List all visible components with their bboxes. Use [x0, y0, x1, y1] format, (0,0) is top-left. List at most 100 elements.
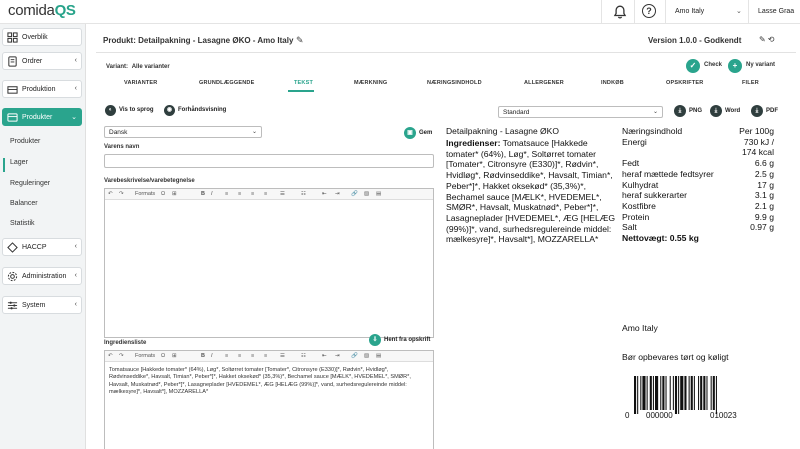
- help-icon[interactable]: ?: [642, 4, 656, 18]
- check-icon: ✓: [686, 59, 700, 73]
- indent-icon[interactable]: ⇥: [335, 191, 340, 197]
- version-actions: ✎⟲: [759, 35, 776, 44]
- description-editor[interactable]: ↶ ↷ Formats Ω ⊞ B I ≡ ≡ ≡ ≡ ☰ ☷ ⇤ ⇥ 🔗 ▨ …: [104, 188, 434, 338]
- name-label: Varens navn: [104, 144, 140, 150]
- tab-allergener[interactable]: ALLERGENER: [524, 80, 564, 86]
- active-submenu-marker: [3, 158, 5, 172]
- undo-icon[interactable]: ↶: [108, 191, 113, 197]
- italic-icon[interactable]: I: [211, 191, 213, 197]
- image-icon[interactable]: ▨: [364, 353, 369, 359]
- tab-indkoeb[interactable]: INDKØB: [601, 80, 624, 86]
- chevron-down-icon[interactable]: ⌄: [736, 7, 742, 15]
- align-left-icon[interactable]: ≡: [225, 191, 228, 197]
- align-center-icon[interactable]: ≡: [238, 191, 241, 197]
- nutrition-table: Næringsindhold Per 100g Energi 730 kJ / 17…: [622, 126, 774, 244]
- media-icon[interactable]: ▤: [376, 353, 381, 359]
- variant-selector[interactable]: Variant: Alle varianter: [104, 64, 170, 70]
- table-icon[interactable]: ⊞: [172, 191, 177, 197]
- submenu-item-reguleringer[interactable]: Reguleringer: [10, 180, 50, 187]
- active-tab-indicator: [288, 90, 314, 92]
- table-icon[interactable]: ⊞: [172, 353, 177, 359]
- label-template-select[interactable]: Standard ⌄: [498, 106, 663, 118]
- tab-opskrifter[interactable]: OPSKRIFTER: [666, 80, 703, 86]
- sidebar-item-system[interactable]: System ‹: [2, 296, 82, 314]
- ingredients-editor[interactable]: ↶ ↷ Formats Ω ⊞ B I ≡ ≡ ≡ ≡ ☰ ☷ ⇤ ⇥ 🔗 ▨ …: [104, 350, 434, 449]
- barcode-digit-1: 0: [625, 411, 630, 420]
- align-right-icon[interactable]: ≡: [251, 191, 254, 197]
- link-icon[interactable]: 🔗: [351, 353, 358, 359]
- numbered-list-icon[interactable]: ☷: [301, 353, 306, 359]
- history-icon[interactable]: ⟲: [768, 35, 777, 44]
- media-icon[interactable]: ▤: [376, 191, 381, 197]
- bullet-list-icon[interactable]: ☰: [280, 191, 285, 197]
- align-center-icon[interactable]: ≡: [238, 353, 241, 359]
- label-preview: Detailpakning - Lasagne ØKO Ingredienser…: [446, 126, 800, 449]
- save-button-label: Gem: [419, 130, 433, 136]
- redo-icon[interactable]: ↷: [119, 191, 124, 197]
- products-icon: [7, 113, 18, 122]
- barcode-bar: [637, 376, 639, 414]
- barcode-bar: [646, 376, 648, 410]
- special-char-icon[interactable]: Ω: [161, 191, 165, 197]
- formats-dropdown[interactable]: Formats: [135, 191, 155, 197]
- redo-icon[interactable]: ↷: [119, 353, 124, 359]
- nutrition-label: Protein: [622, 211, 650, 222]
- formats-dropdown[interactable]: Formats: [135, 353, 155, 359]
- sidebar-item-produkter[interactable]: Produkter ⌄: [2, 108, 82, 126]
- tab-varianter[interactable]: VARIANTER: [124, 80, 157, 86]
- sidebar-item-produktion[interactable]: Produktion ‹: [2, 80, 82, 98]
- indent-icon[interactable]: ⇥: [335, 353, 340, 359]
- language-select-value: Dansk: [109, 129, 128, 136]
- outdent-icon[interactable]: ⇤: [322, 353, 327, 359]
- tab-filer[interactable]: FILER: [742, 80, 759, 86]
- label-ingredients-text: Tomatsauce [Hakkede tomater* (64%), Løg*…: [446, 138, 616, 245]
- bullet-list-icon[interactable]: ☰: [280, 353, 285, 359]
- bell-icon[interactable]: [612, 4, 628, 20]
- pencil-icon[interactable]: ✎: [296, 35, 304, 46]
- nutrition-value: Per 100g: [739, 126, 774, 136]
- eye-icon: ◉: [164, 105, 175, 116]
- submenu-item-lager[interactable]: Lager: [10, 159, 28, 166]
- numbered-list-icon[interactable]: ☷: [301, 191, 306, 197]
- link-icon[interactable]: 🔗: [351, 191, 358, 197]
- barcode-bar: [662, 376, 665, 410]
- language-select[interactable]: Dansk ⌄: [104, 126, 262, 138]
- edit-icon[interactable]: ✎: [759, 35, 768, 44]
- italic-icon[interactable]: I: [211, 353, 213, 359]
- bold-icon[interactable]: B: [201, 353, 205, 359]
- app-logo[interactable]: comidaQS: [8, 2, 76, 19]
- image-icon[interactable]: ▨: [364, 191, 369, 197]
- tab-naeringsindhold[interactable]: NÆRINGSINDHOLD: [427, 80, 482, 86]
- description-label: Varebeskrivelse/varebetegnelse: [104, 178, 195, 184]
- align-justify-icon[interactable]: ≡: [264, 353, 267, 359]
- sidebar-item-overblik[interactable]: Overblik: [2, 28, 82, 46]
- align-justify-icon[interactable]: ≡: [264, 191, 267, 197]
- nutrition-row: Salt 0.97 g: [622, 222, 774, 233]
- nutrition-row: Protein 9.9 g: [622, 212, 774, 223]
- submenu-item-statistik[interactable]: Statistik: [10, 220, 35, 227]
- barcode-bar: [669, 376, 671, 410]
- outdent-icon[interactable]: ⇤: [322, 191, 327, 197]
- undo-icon[interactable]: ↶: [108, 353, 113, 359]
- submenu-item-balancer[interactable]: Balancer: [10, 200, 38, 207]
- user-menu[interactable]: Lasse Graa: [758, 8, 794, 15]
- nutrition-label: Næringsindhold: [622, 126, 683, 136]
- sidebar-item-ordrer[interactable]: Ordrer ‹: [2, 52, 82, 70]
- tab-grundlaeggende[interactable]: GRUNDLÆGGENDE: [199, 80, 254, 86]
- barcode-bar: [672, 376, 674, 410]
- tab-tekst[interactable]: TEKST: [294, 80, 313, 86]
- bold-icon[interactable]: B: [201, 191, 205, 197]
- barcode-bar: [684, 376, 687, 410]
- tab-maerkning[interactable]: MÆRKNING: [354, 80, 387, 86]
- company-selector[interactable]: Amo Italy: [675, 8, 704, 15]
- sidebar-item-haccp[interactable]: HACCP ‹: [2, 238, 82, 256]
- submenu-item-produkter[interactable]: Produkter: [10, 138, 40, 145]
- name-input[interactable]: [104, 154, 434, 168]
- divider: [634, 0, 635, 24]
- align-right-icon[interactable]: ≡: [251, 353, 254, 359]
- align-left-icon[interactable]: ≡: [225, 353, 228, 359]
- label-ingredients-heading: Ingredienser:: [446, 138, 501, 148]
- special-char-icon[interactable]: Ω: [161, 353, 165, 359]
- sidebar-item-administration[interactable]: Administration ‹: [2, 267, 82, 285]
- barcode-bar: [700, 376, 703, 410]
